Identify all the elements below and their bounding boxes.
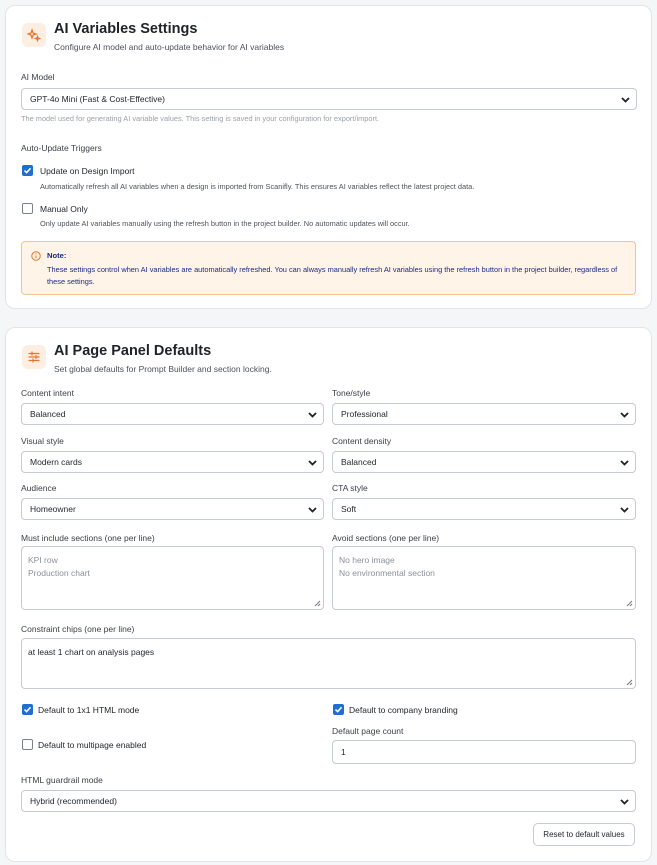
resize-grip-icon[interactable] [314, 600, 321, 607]
avoid-sections-textarea[interactable]: No hero image No environmental section [332, 546, 636, 610]
constraint-chips-value: at least 1 chart on analysis pages [28, 647, 155, 657]
chevron-down-icon [620, 412, 629, 418]
check-icon [334, 706, 343, 713]
content-density-value: Balanced [341, 457, 377, 467]
must-include-placeholder: KPI row Production chart [28, 555, 90, 578]
note-box: Note: These settings control when AI var… [21, 241, 636, 295]
visual-style-select[interactable]: Modern cards [21, 451, 324, 473]
note-text: These settings control when AI variables… [47, 265, 618, 286]
chevron-down-icon [308, 507, 317, 513]
page-count-value: 1 [341, 747, 346, 757]
sliders-icon [22, 345, 46, 369]
chevron-down-icon [621, 97, 630, 103]
ai-page-panel-defaults-card: AI Page Panel Defaults Set global defaul… [5, 327, 652, 862]
chevron-down-icon [308, 460, 317, 466]
card-subtitle: Set global defaults for Prompt Builder a… [54, 364, 272, 374]
content-density-label: Content density [332, 436, 392, 446]
visual-style-value: Modern cards [30, 457, 82, 467]
update-on-import-checkbox[interactable] [22, 165, 33, 176]
cta-style-label: CTA style [332, 483, 368, 493]
tone-style-label: Tone/style [332, 388, 371, 398]
constraint-chips-label: Constraint chips (one per line) [21, 624, 135, 634]
reset-defaults-button[interactable]: Reset to default values [533, 823, 635, 846]
info-icon [31, 251, 41, 261]
ai-variables-settings-card: AI Variables Settings Configure AI model… [5, 5, 652, 309]
multipage-label: Default to multipage enabled [38, 740, 147, 750]
page-count-label: Default page count [332, 726, 404, 736]
avoid-sections-label: Avoid sections (one per line) [332, 533, 440, 543]
ai-model-select[interactable]: GPT-4o Mini (Fast & Cost-Effective) [21, 88, 637, 110]
page-count-input[interactable]: 1 [332, 740, 636, 764]
ai-model-hint: The model used for generating AI variabl… [21, 114, 380, 123]
manual-only-checkbox[interactable] [22, 203, 33, 214]
auto-update-heading: Auto-Update Triggers [21, 143, 102, 153]
content-density-select[interactable]: Balanced [332, 451, 636, 473]
audience-select[interactable]: Homeowner [21, 498, 324, 520]
must-include-textarea[interactable]: KPI row Production chart [21, 546, 324, 610]
avoid-sections-placeholder: No hero image No environmental section [339, 555, 435, 578]
chevron-down-icon [620, 799, 629, 805]
html-mode-label: Default to 1x1 HTML mode [38, 705, 140, 715]
audience-label: Audience [21, 483, 57, 493]
guardrail-select[interactable]: Hybrid (recommended) [21, 790, 636, 812]
audience-value: Homeowner [30, 504, 76, 514]
company-branding-label: Default to company branding [349, 705, 458, 715]
content-intent-value: Balanced [30, 409, 66, 419]
chevron-down-icon [308, 412, 317, 418]
resize-grip-icon[interactable] [626, 600, 633, 607]
update-on-import-description: Automatically refresh all AI variables w… [40, 182, 475, 191]
card-title: AI Variables Settings [54, 21, 198, 37]
visual-style-label: Visual style [21, 436, 64, 446]
sparkle-icon [22, 23, 46, 47]
cta-style-value: Soft [341, 504, 357, 514]
manual-only-description: Only update AI variables manually using … [40, 219, 410, 228]
chevron-down-icon [620, 507, 629, 513]
multipage-checkbox[interactable] [22, 739, 33, 750]
content-intent-label: Content intent [21, 388, 74, 398]
company-branding-checkbox[interactable] [333, 704, 344, 715]
cta-style-select[interactable]: Soft [332, 498, 636, 520]
note-title: Note: [47, 251, 67, 260]
card-subtitle: Configure AI model and auto-update behav… [54, 42, 285, 52]
guardrail-value: Hybrid (recommended) [30, 796, 117, 806]
constraint-chips-textarea[interactable]: at least 1 chart on analysis pages [21, 638, 636, 689]
update-on-import-label: Update on Design Import [40, 166, 135, 176]
check-icon [23, 706, 32, 713]
check-icon [23, 167, 32, 174]
must-include-label: Must include sections (one per line) [21, 533, 155, 543]
html-mode-checkbox[interactable] [22, 704, 33, 715]
ai-model-label: AI Model [21, 72, 55, 82]
tone-style-value: Professional [341, 409, 388, 419]
tone-style-select[interactable]: Professional [332, 403, 636, 425]
guardrail-label: HTML guardrail mode [21, 775, 103, 785]
card-title: AI Page Panel Defaults [54, 343, 212, 359]
content-intent-select[interactable]: Balanced [21, 403, 324, 425]
ai-model-value: GPT-4o Mini (Fast & Cost-Effective) [30, 94, 165, 104]
manual-only-label: Manual Only [40, 204, 88, 214]
resize-grip-icon[interactable] [626, 679, 633, 686]
chevron-down-icon [620, 460, 629, 466]
